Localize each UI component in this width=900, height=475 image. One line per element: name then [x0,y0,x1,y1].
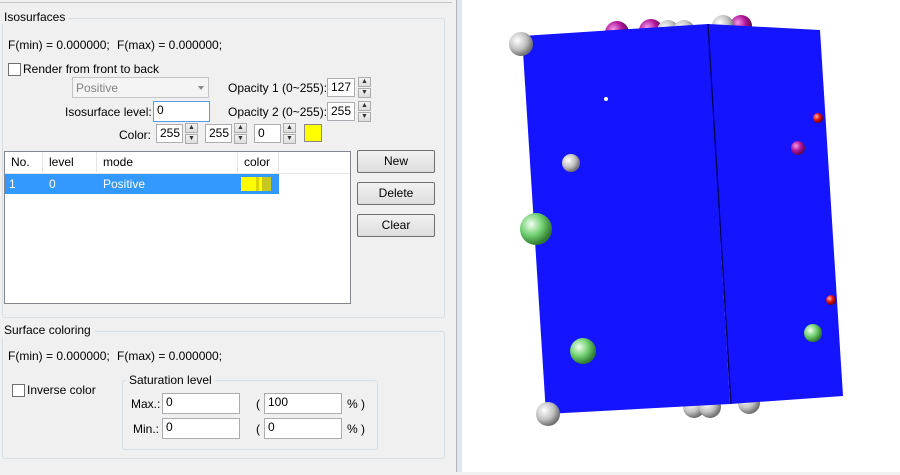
atom-red [813,113,823,123]
surface-fmax-label: F(max) = 0.000000; [117,349,223,363]
opacity2-label: Opacity 2 (0~255): [228,105,328,119]
row-mode: Positive [103,177,146,191]
opacity2-spinner[interactable]: ▲ ▼ [358,101,371,122]
color-label: Color: [119,128,152,142]
min-label: Min.: [133,422,160,436]
atom-small-white [604,97,608,101]
color-b-input[interactable]: 0 [254,124,281,143]
max-input[interactable]: 0 [162,393,240,414]
table-header: No. level mode color [5,152,350,174]
spin-up-icon[interactable]: ▲ [283,123,296,133]
color-r-input[interactable]: 255 [156,124,183,143]
min-open-paren: ( [256,422,260,436]
max-open-paren: ( [256,397,260,411]
opacity1-spinner[interactable]: ▲ ▼ [358,77,371,98]
spin-up-icon[interactable]: ▲ [185,123,198,133]
atom-green [804,324,822,342]
atom-green [570,338,596,364]
max-percent-close: % ) [347,397,365,411]
atom-purple [791,141,805,155]
saturation-title: Saturation level [126,373,215,387]
atom-red [826,295,836,305]
color-b-spinner[interactable]: ▲ ▼ [283,123,296,144]
isosurface-level-input[interactable]: 0 [153,101,210,122]
isosurfaces-title: Isosurfaces [1,10,69,24]
column-header-level[interactable]: level [43,152,97,172]
column-header-mode[interactable]: mode [97,152,238,172]
isosurface-right-face [708,24,843,404]
spin-down-icon[interactable]: ▼ [234,134,247,144]
spin-up-icon[interactable]: ▲ [358,77,371,87]
opacity1-input[interactable]: 127 [327,78,355,97]
fmax-label: F(max) = 0.000000; [117,38,223,52]
max-label: Max.: [131,397,161,411]
color-swatch-button[interactable] [304,124,322,142]
table-row[interactable]: 1 0 Positive [5,174,279,194]
clear-button[interactable]: Clear [357,214,435,237]
row-level: 0 [49,177,56,191]
spin-down-icon[interactable]: ▼ [358,112,371,122]
opacity2-input[interactable]: 255 [327,102,355,121]
spin-down-icon[interactable]: ▼ [283,134,296,144]
isosurface-level-label: Isosurface level: [65,105,152,119]
top-separator [0,0,452,3]
mode-select-value: Positive [76,81,119,95]
mode-select[interactable]: Positive [72,77,209,98]
min-percent-close: % ) [347,422,365,436]
min-percent-input[interactable]: 0 [264,418,342,439]
new-button[interactable]: New [357,150,435,173]
surface-coloring-title: Surface coloring [1,323,94,337]
fmin-label: F(min) = 0.000000; [8,38,110,52]
render-front-to-back-label: Render from front to back [23,62,160,76]
min-input[interactable]: 0 [162,418,240,439]
row-color-swatch [241,177,271,191]
molecule-viewport-svg[interactable] [462,0,900,472]
atom-gray [562,154,580,172]
properties-panel: Isosurfaces F(min) = 0.000000; F(max) = … [0,0,460,472]
color-g-input[interactable]: 255 [205,124,232,143]
color-r-spinner[interactable]: ▲ ▼ [185,123,198,144]
row-no: 1 [9,177,16,191]
max-percent-input[interactable]: 100 [264,393,342,414]
isosurface-left-face [522,24,730,414]
opacity1-label: Opacity 1 (0~255): [228,81,328,95]
inverse-color-label: Inverse color [27,383,96,397]
column-header-color[interactable]: color [238,152,279,172]
inverse-color-checkbox[interactable] [12,384,25,397]
saturation-group [122,380,378,450]
column-header-no[interactable]: No. [5,152,43,172]
viewport-3d[interactable] [462,0,900,472]
chevron-down-icon [198,86,204,90]
atom-gray [536,402,560,426]
surface-fmin-label: F(min) = 0.000000; [8,349,110,363]
color-g-spinner[interactable]: ▲ ▼ [234,123,247,144]
spin-down-icon[interactable]: ▼ [358,88,371,98]
delete-button[interactable]: Delete [357,182,435,205]
atom-green [520,213,552,245]
isosurface-table: No. level mode color 1 0 Positive [4,151,351,304]
spin-up-icon[interactable]: ▲ [358,101,371,111]
render-front-to-back-checkbox[interactable] [8,63,21,76]
spin-down-icon[interactable]: ▼ [185,134,198,144]
spin-up-icon[interactable]: ▲ [234,123,247,133]
atom-gray [509,32,533,56]
